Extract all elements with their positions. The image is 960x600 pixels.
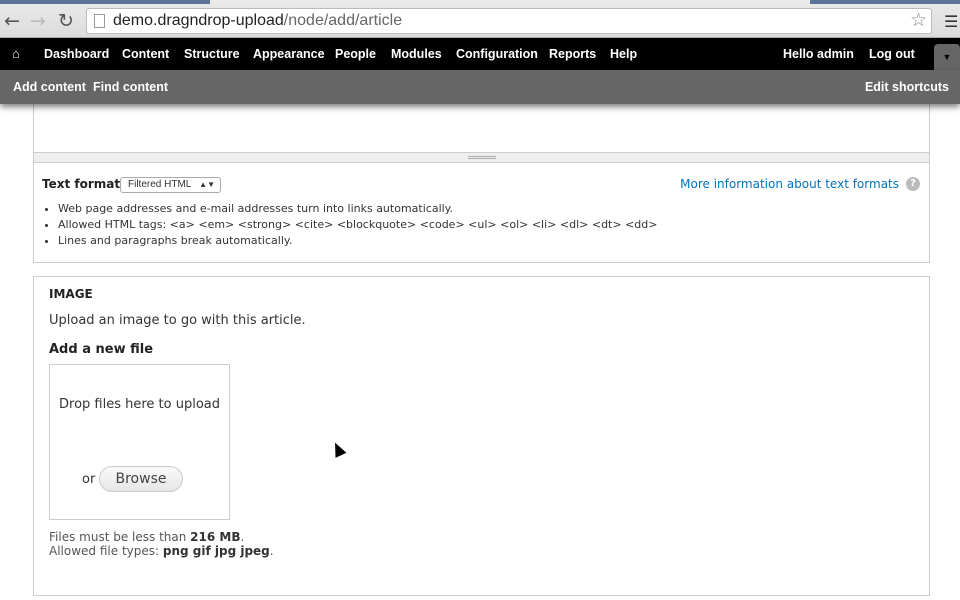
hello-user[interactable]: Hello admin: [783, 47, 854, 61]
or-text: or: [82, 472, 96, 487]
browse-button[interactable]: Browse: [99, 466, 183, 492]
size-limit-value: 216 MB: [190, 530, 241, 544]
toolbar-modules[interactable]: Modules: [391, 47, 442, 61]
toolbar-dashboard[interactable]: Dashboard: [44, 47, 109, 61]
shortcut-find-content[interactable]: Find content: [93, 80, 168, 94]
image-field-title: IMAGE: [49, 287, 93, 301]
tip-item: Web page addresses and e-mail addresses …: [58, 201, 657, 217]
text-format-wrapper: Text format Filtered HTML ▲▼ More informa…: [33, 162, 930, 263]
toolbar-reports[interactable]: Reports: [549, 47, 596, 61]
home-icon[interactable]: ⌂: [12, 46, 20, 61]
toolbar-help[interactable]: Help: [610, 47, 637, 61]
file-upload-help: Files must be less than 216 MB. Allowed …: [49, 530, 274, 558]
forward-icon[interactable]: →: [30, 10, 46, 32]
shortcuts-toggle-button[interactable]: ▼: [934, 44, 960, 70]
page-icon: [94, 14, 105, 28]
shortcut-add-content[interactable]: Add content: [13, 80, 86, 94]
shortcuts-bar: Add content Find content Edit shortcuts: [0, 70, 960, 104]
logout-link[interactable]: Log out: [869, 47, 915, 61]
tip-item: Allowed HTML tags: <a> <em> <strong> <ci…: [58, 217, 657, 233]
menu-icon[interactable]: ☰: [944, 12, 958, 31]
text-format-tips: Web page addresses and e-mail addresses …: [58, 201, 657, 249]
body-textarea[interactable]: [33, 100, 930, 153]
browser-tab[interactable]: [0, 0, 210, 4]
image-field-description: Upload an image to go with this article.: [49, 313, 306, 328]
hello-text: Hello: [783, 47, 818, 61]
browser-chrome: ← → ↻ demo.dragndrop-upload/node/add/art…: [0, 0, 960, 38]
file-drop-zone[interactable]: Drop files here to upload or Browse: [49, 364, 230, 520]
url-path: /node/add/article: [283, 12, 403, 29]
username[interactable]: admin: [817, 47, 854, 61]
select-arrows-icon: ▲▼: [199, 180, 215, 189]
drop-zone-text: Drop files here to upload: [59, 397, 220, 412]
image-fieldset: IMAGE Upload an image to go with this ar…: [33, 276, 930, 596]
back-icon[interactable]: ←: [4, 10, 20, 32]
edit-shortcuts-link[interactable]: Edit shortcuts: [865, 80, 949, 94]
text-format-selected: Filtered HTML: [128, 179, 192, 190]
tip-item: Lines and paragraphs break automatically…: [58, 233, 657, 249]
bookmark-star-icon[interactable]: ☆: [910, 9, 927, 33]
toolbar-people[interactable]: People: [335, 47, 376, 61]
toolbar-configuration[interactable]: Configuration: [456, 47, 538, 61]
text-format-label: Text format: [42, 177, 121, 191]
help-icon[interactable]: ?: [906, 177, 920, 191]
file-types-label: Allowed file types:: [49, 544, 163, 558]
address-bar[interactable]: demo.dragndrop-upload/node/add/article ☆: [86, 8, 932, 34]
url-host: demo.dragndrop-upload: [113, 12, 284, 29]
admin-toolbar: ⌂ Dashboard Content Structure Appearance…: [0, 38, 960, 70]
browser-tab[interactable]: [810, 0, 960, 4]
add-new-file-label: Add a new file: [49, 342, 154, 357]
more-info-text-formats-link[interactable]: More information about text formats: [680, 177, 899, 191]
size-limit-label: Files must be less than: [49, 530, 191, 544]
file-types-value: png gif jpg jpeg: [162, 544, 270, 558]
toolbar-content[interactable]: Content: [122, 47, 169, 61]
text-format-select[interactable]: Filtered HTML ▲▼: [120, 177, 221, 193]
toolbar-structure[interactable]: Structure: [184, 47, 240, 61]
toolbar-appearance[interactable]: Appearance: [253, 47, 325, 61]
reload-icon[interactable]: ↻: [58, 10, 74, 32]
